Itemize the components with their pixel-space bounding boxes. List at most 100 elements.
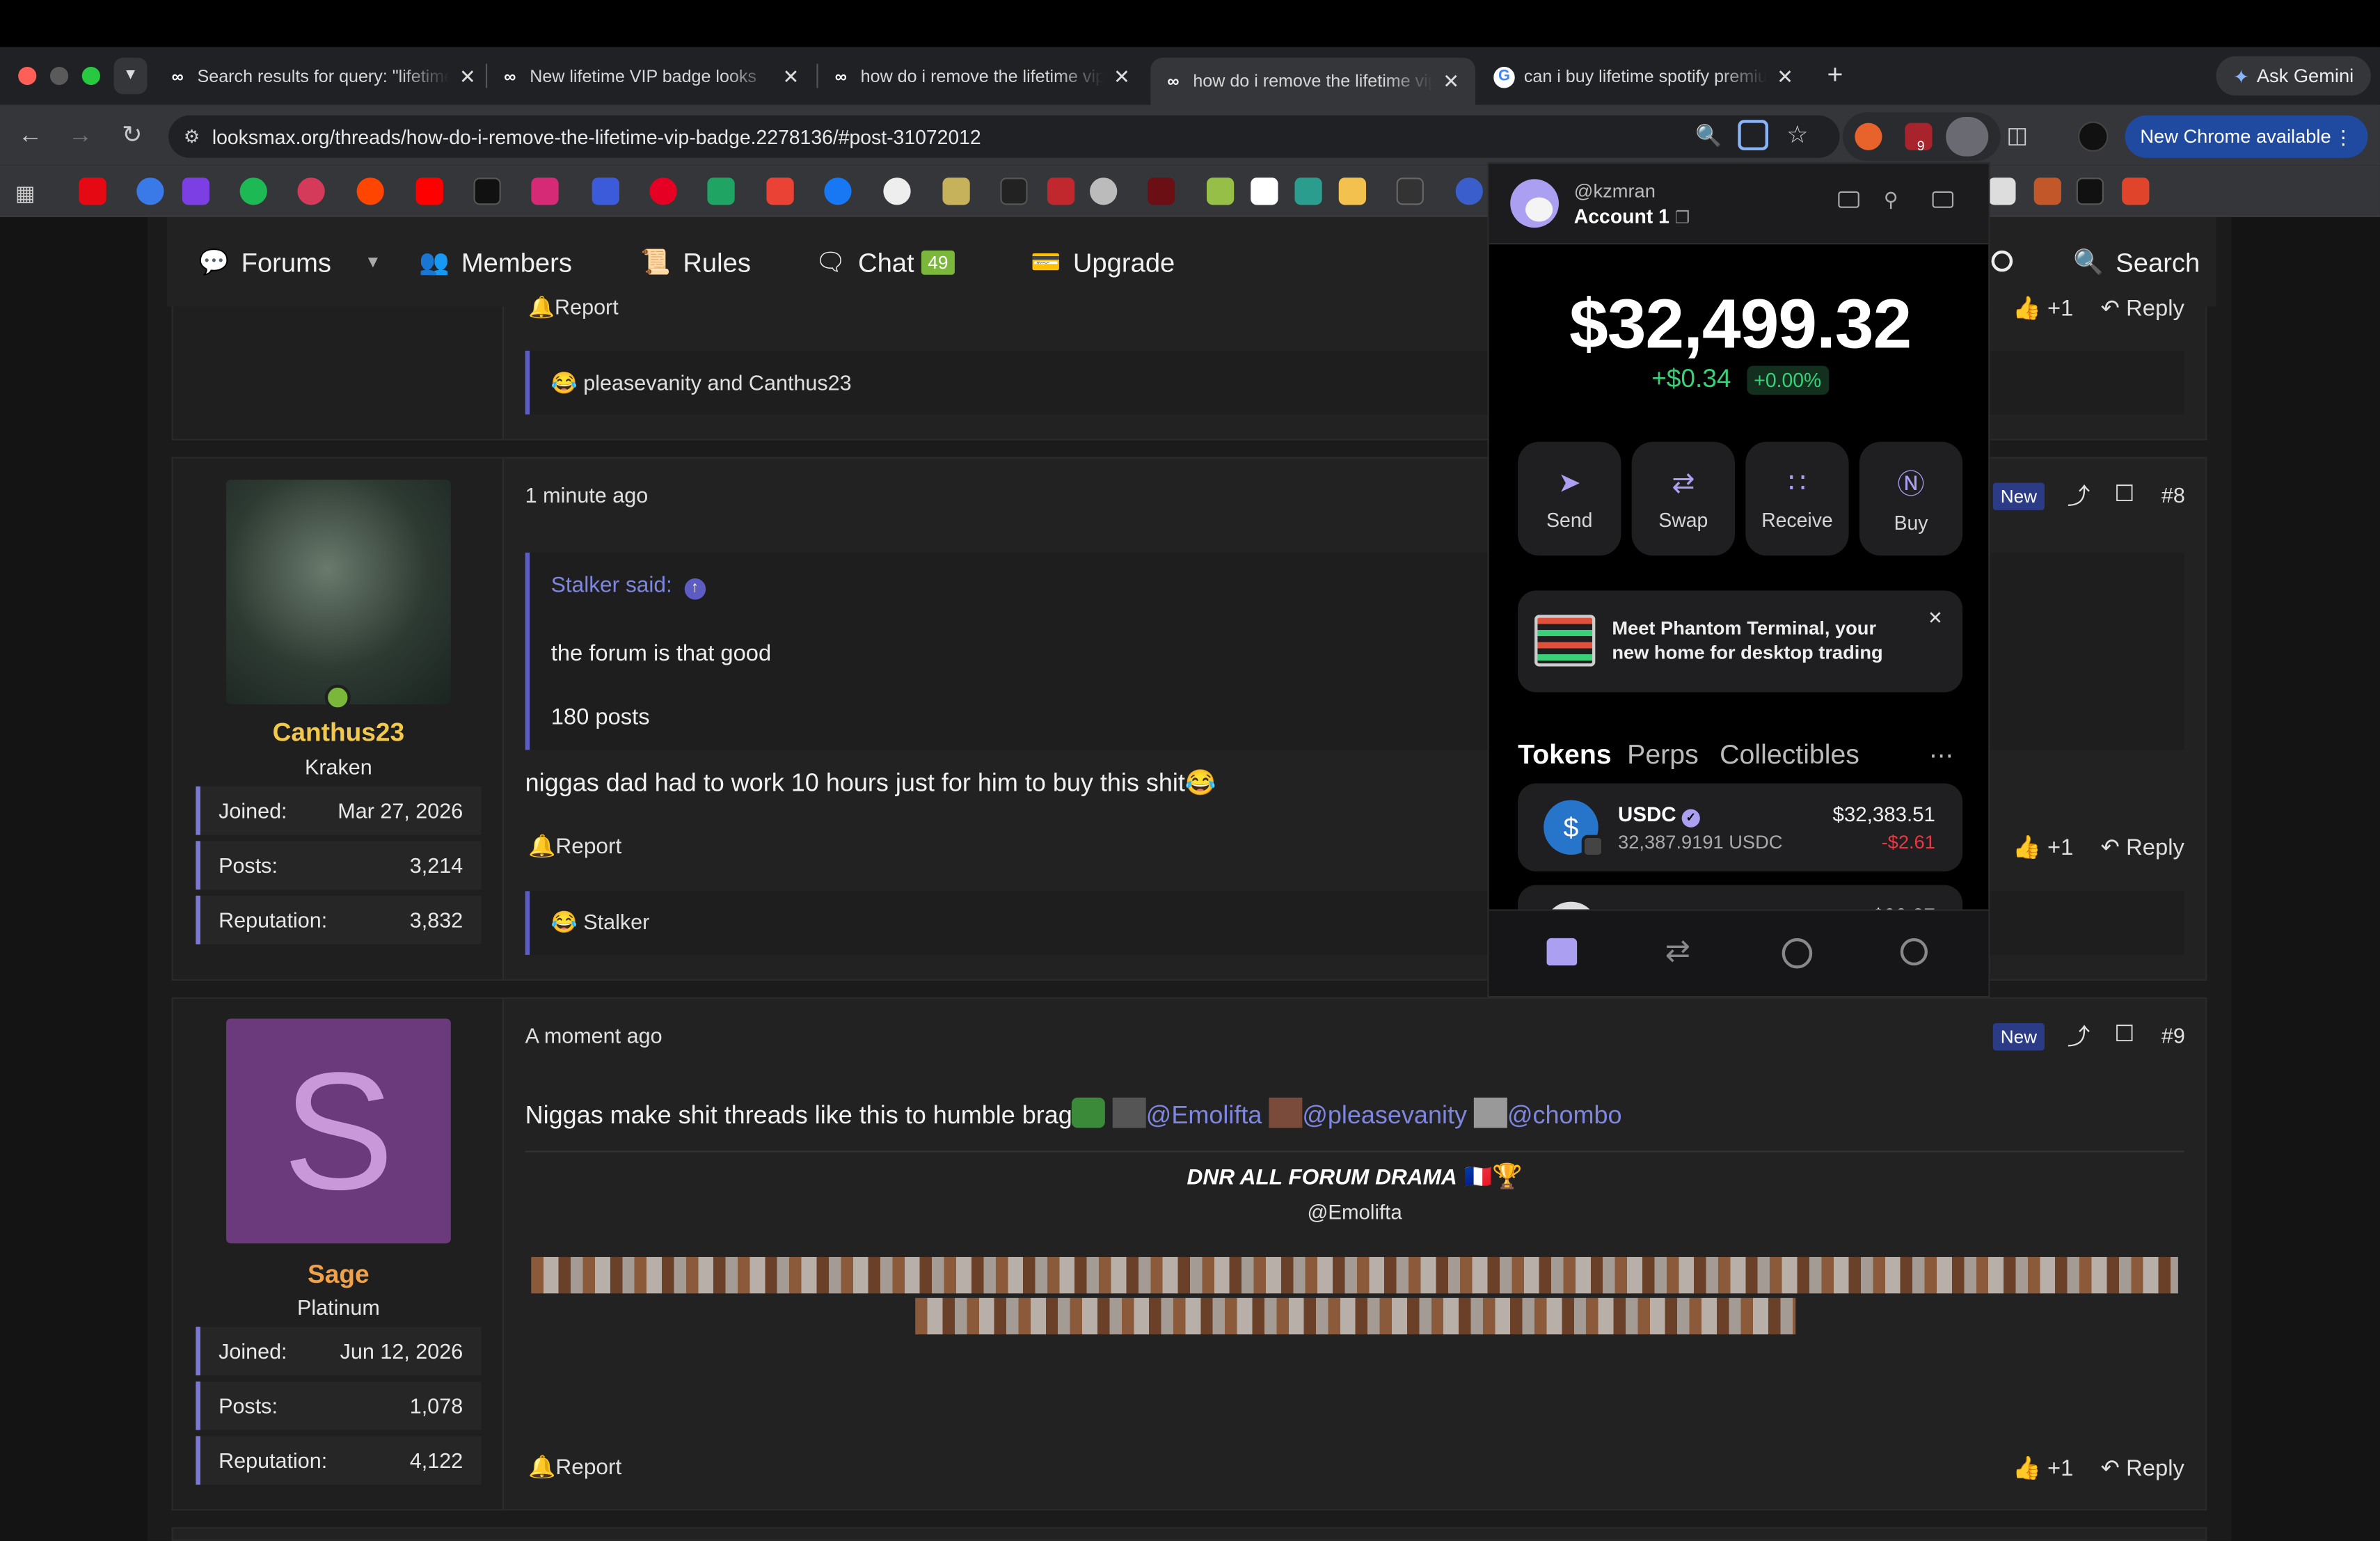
cast-icon[interactable]: [1738, 120, 1768, 150]
more-horizontal-icon[interactable]: ⋯: [1929, 741, 1955, 771]
wallet-handle[interactable]: @kzmran: [1574, 181, 1656, 203]
facebook-bookmark-icon[interactable]: [824, 177, 852, 205]
bookmark-icon[interactable]: [1251, 177, 1278, 205]
ask-gemini-button[interactable]: ✦ Ask Gemini: [2216, 56, 2371, 96]
report-button[interactable]: 🔔Report: [528, 833, 621, 860]
share-icon[interactable]: ⤴: [2068, 480, 2091, 512]
tab-tokens[interactable]: Tokens: [1518, 739, 1612, 771]
nav-forums[interactable]: 💬 Forums ▼: [199, 243, 381, 283]
close-tab-icon[interactable]: ✕: [1109, 65, 1134, 89]
receive-button[interactable]: ∷ Receive: [1745, 441, 1849, 556]
bookmark-icon[interactable]: [1455, 177, 1483, 205]
close-tab-icon[interactable]: ✕: [1773, 65, 1798, 89]
bookmark-icon[interactable]: [1338, 177, 1366, 205]
zoom-icon[interactable]: 🔍: [1695, 123, 1722, 149]
apps-grid-icon[interactable]: ▦: [15, 181, 35, 207]
swap-button[interactable]: ⇄ Swap: [1631, 441, 1735, 556]
bookmark-icon[interactable]: [1047, 177, 1075, 205]
terminal-icon[interactable]: [1838, 191, 1859, 208]
swap-arrows-icon[interactable]: ⇄: [1665, 932, 1691, 970]
bookmark-icon[interactable]: [1147, 177, 1175, 205]
bookmark-icon[interactable]: [182, 177, 209, 205]
bookmark-icon[interactable]: [136, 177, 164, 205]
buy-button[interactable]: Ⓝ Buy: [1859, 441, 1963, 556]
arrow-up-icon[interactable]: ↑: [684, 578, 706, 600]
bookmark-icon[interactable]: ☐: [2114, 1020, 2134, 1048]
signature-handle[interactable]: @Emolifta: [525, 1201, 2184, 1224]
close-tab-icon[interactable]: ✕: [455, 65, 479, 89]
close-window-button[interactable]: [18, 66, 37, 86]
bookmark-icon[interactable]: [1988, 177, 2016, 205]
theme-toggle-icon[interactable]: [1991, 250, 2013, 272]
bookmark-icon[interactable]: [2033, 177, 2061, 205]
brave-extension-icon[interactable]: [1855, 123, 1882, 150]
bookmark-icon[interactable]: [1396, 177, 1424, 205]
tab-1[interactable]: ∞ Search results for query: "lifetime ✕: [167, 58, 479, 96]
post-number[interactable]: #8: [2161, 483, 2185, 507]
bookmark-icon[interactable]: [592, 177, 619, 205]
address-bar[interactable]: ⚙ looksmax.org/threads/how-do-i-remove-t…: [168, 115, 1840, 158]
nav-search[interactable]: 🔍 Search: [2073, 243, 2200, 283]
close-promo-icon[interactable]: ✕: [1928, 607, 1943, 629]
post-timestamp[interactable]: 1 minute ago: [525, 483, 649, 507]
account-selector[interactable]: Account 1 ❐: [1574, 205, 1690, 228]
url-text[interactable]: looksmax.org/threads/how-do-i-remove-the…: [212, 125, 981, 148]
sidebar-panel-icon[interactable]: [1932, 191, 1954, 208]
reaction-summary[interactable]: 😂 Stalker: [551, 909, 650, 935]
pinterest-bookmark-icon[interactable]: [649, 177, 677, 205]
puzzle-extensions-icon[interactable]: ◫: [2006, 121, 2028, 149]
reaction-summary[interactable]: 😂 pleasevanity and Canthus23: [551, 370, 852, 396]
maximize-window-button[interactable]: [81, 66, 100, 86]
nav-upgrade[interactable]: 💳 Upgrade: [1031, 243, 1175, 283]
account-avatar[interactable]: [1510, 179, 1559, 228]
shopify-bookmark-icon[interactable]: [1206, 177, 1235, 205]
tab-search-chevron-icon[interactable]: ▼: [113, 57, 148, 95]
post-number[interactable]: #9: [2161, 1023, 2185, 1048]
promo-card[interactable]: Meet Phantom Terminal, your new home for…: [1518, 590, 1963, 693]
search-icon[interactable]: [1900, 938, 1928, 966]
user-avatar[interactable]: S: [225, 1018, 451, 1244]
nav-rules[interactable]: 📜 Rules: [640, 243, 751, 283]
tab-perps[interactable]: Perps: [1627, 739, 1699, 771]
reload-icon[interactable]: ↻: [116, 120, 149, 153]
close-tab-icon[interactable]: ✕: [779, 65, 803, 89]
minimize-window-button[interactable]: [49, 66, 69, 86]
tiktok-bookmark-icon[interactable]: [473, 177, 501, 205]
home-icon[interactable]: [1546, 938, 1578, 966]
search-icon[interactable]: ⚲: [1884, 188, 1898, 212]
like-button[interactable]: 👍 +1: [2013, 1454, 2073, 1482]
bookmark-icon[interactable]: [2122, 177, 2150, 205]
youtube-bookmark-icon[interactable]: [415, 177, 443, 205]
reply-button[interactable]: ↶ Reply: [2101, 294, 2184, 322]
bookmark-icon[interactable]: [2076, 177, 2104, 205]
bookmark-icon[interactable]: [1294, 177, 1322, 205]
tab-5[interactable]: Gcan i buy lifetime spotify premium ✕: [1493, 58, 1797, 96]
reply-button[interactable]: ↶ Reply: [2101, 1454, 2184, 1482]
like-button[interactable]: 👍 +1: [2013, 294, 2073, 322]
netflix-bookmark-icon[interactable]: [79, 177, 106, 205]
share-icon[interactable]: ⤴: [2068, 1020, 2091, 1052]
site-info-icon[interactable]: ⚙: [184, 126, 200, 148]
mention-link[interactable]: @Emolifta: [1146, 1102, 1262, 1129]
bookmark-star-icon[interactable]: ☆: [1786, 120, 1808, 150]
bookmark-icon[interactable]: [1000, 177, 1028, 205]
chatgpt-bookmark-icon[interactable]: [883, 177, 911, 205]
gmail-bookmark-icon[interactable]: [766, 177, 794, 205]
bookmark-icon[interactable]: [942, 177, 970, 205]
post-timestamp[interactable]: A moment ago: [525, 1023, 663, 1048]
bookmark-icon[interactable]: ☐: [2114, 480, 2134, 507]
report-button[interactable]: 🔔Report: [528, 1454, 621, 1480]
reddit-bookmark-icon[interactable]: [356, 177, 384, 205]
bookmark-icon[interactable]: [297, 177, 325, 205]
spotify-bookmark-icon[interactable]: [239, 177, 267, 205]
drive-bookmark-icon[interactable]: [707, 177, 735, 205]
back-arrow-icon[interactable]: ←: [14, 120, 47, 153]
chrome-update-button[interactable]: New Chrome available ⋮: [2125, 115, 2368, 158]
new-tab-button[interactable]: +: [1820, 59, 1850, 93]
history-clock-icon[interactable]: [1782, 938, 1813, 969]
tab-3[interactable]: ∞ how do i remove the lifetime vip ✕: [830, 58, 1134, 96]
username[interactable]: Sage: [173, 1260, 504, 1290]
forward-arrow-icon[interactable]: →: [64, 120, 97, 153]
tab-collectibles[interactable]: Collectibles: [1720, 739, 1859, 771]
token-row-usdc[interactable]: $ USDC ✓ 32,387.9191 USDC $32,383.51 -$2…: [1518, 783, 1963, 871]
